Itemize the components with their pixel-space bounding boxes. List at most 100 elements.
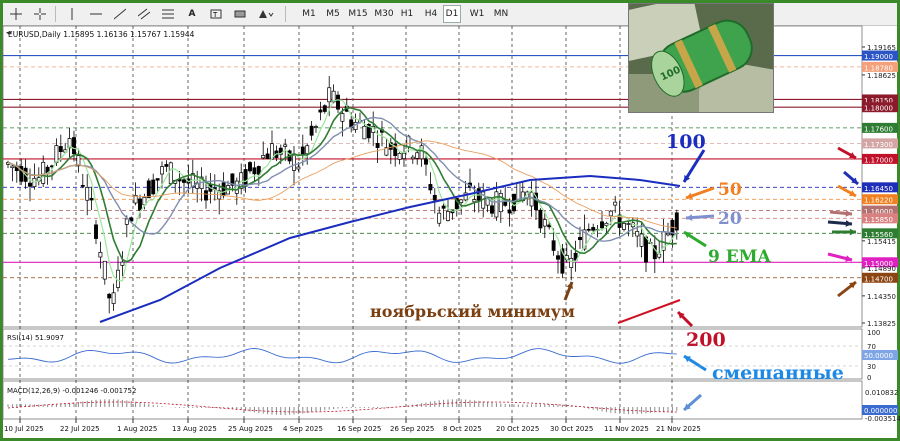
candle [644, 236, 648, 263]
candle [375, 143, 380, 148]
candle [10, 165, 15, 169]
candle [243, 169, 248, 187]
price-level-label: 1.16450 [864, 185, 893, 193]
candle [666, 232, 670, 236]
date-label: 11 Nov 2025 [604, 425, 649, 433]
candle [102, 260, 107, 280]
candle [28, 182, 32, 187]
candle [336, 94, 340, 110]
candle [635, 231, 640, 237]
macd-tick-label: -0.003514 [865, 415, 900, 423]
date-label: 16 Sep 2025 [337, 425, 381, 433]
candle [397, 153, 402, 160]
candle [591, 227, 596, 231]
chart-header: EURUSD,Daily 1.15895 1.16136 1.15767 1.1… [8, 30, 195, 39]
date-label: 25 Aug 2025 [228, 425, 273, 433]
candle [204, 190, 208, 201]
candle [490, 205, 494, 214]
money-photo: 100 [628, 3, 774, 113]
candle [221, 182, 226, 197]
price-level-label: 1.14700 [864, 275, 893, 283]
price-level-label: 1.17000 [864, 156, 893, 164]
date-label: 21 Nov 2025 [656, 425, 701, 433]
date-label: 1 Aug 2025 [117, 425, 157, 433]
candle [111, 292, 116, 304]
candle [402, 153, 406, 159]
rsi-value: 50.0000 [864, 352, 893, 360]
candle [168, 162, 173, 184]
candle [85, 187, 90, 201]
candle [314, 126, 318, 128]
macd-tick-label: 0.010832 [865, 389, 898, 397]
annotation-ema9: 9 EMA [708, 247, 772, 267]
candle [296, 166, 301, 170]
candle [547, 224, 552, 228]
candle [160, 166, 164, 175]
candle [459, 199, 464, 203]
candle [94, 224, 98, 239]
rsi-tick-label: 30 [867, 363, 876, 371]
candle [424, 158, 428, 165]
date-label: 13 Aug 2025 [172, 425, 217, 433]
price-tick-label: 1.14890 [867, 265, 896, 273]
candle [72, 137, 76, 155]
candle [542, 219, 547, 227]
price-level-label: 1.18000 [864, 105, 893, 113]
candle [58, 146, 63, 153]
candle [318, 109, 323, 113]
candle [428, 184, 433, 191]
candle [600, 221, 604, 229]
candle [578, 237, 582, 241]
candle [674, 212, 679, 231]
candle [604, 222, 609, 226]
price-tick-label: 1.14350 [867, 293, 896, 301]
macd-value: 0.000000 [864, 407, 897, 415]
candle [155, 178, 160, 181]
annotation-november-low: ноябрьский минимум [370, 302, 575, 321]
candle [362, 125, 367, 140]
date-label: 10 Jul 2025 [4, 425, 44, 433]
candle [89, 197, 94, 201]
candle [494, 191, 499, 218]
date-label: 30 Oct 2025 [550, 425, 593, 433]
annotation-ma20: 20 [718, 209, 742, 229]
candle [146, 180, 151, 199]
macd-label: MACD(12,26,9) -0.001246 -0.001752 [7, 387, 136, 395]
rsi-label: RSI(14) 51.9097 [7, 334, 64, 342]
candle [261, 155, 266, 159]
candle [551, 240, 556, 251]
price-level-label: 1.17600 [864, 125, 893, 133]
candle [98, 252, 103, 258]
candle [138, 198, 142, 211]
date-label: 8 Oct 2025 [443, 425, 482, 433]
candle [586, 228, 591, 231]
candle [410, 156, 415, 160]
candle [446, 211, 450, 221]
candle [340, 113, 345, 122]
price-tick-label: 1.18625 [867, 72, 896, 80]
rsi-tick-label: 100 [867, 329, 880, 337]
price-level-label: 1.17300 [864, 141, 893, 149]
candle [415, 152, 420, 159]
candle [54, 145, 59, 163]
candle [283, 144, 288, 147]
price-tick-label: 1.15415 [867, 238, 896, 246]
candle [437, 212, 442, 224]
candle [639, 233, 644, 247]
annotation-ma50: 50 [718, 180, 742, 200]
candle [256, 166, 261, 175]
candle [441, 205, 446, 209]
candle [107, 293, 112, 299]
candle [608, 210, 613, 217]
candle [322, 105, 327, 112]
candle [120, 261, 125, 266]
candle [507, 209, 512, 214]
price-level-label: 1.19000 [864, 53, 893, 61]
candle [300, 146, 305, 156]
candle [248, 162, 252, 172]
candle [265, 153, 270, 159]
candle [252, 167, 257, 175]
candle [613, 201, 618, 206]
candle [569, 258, 574, 268]
candle [432, 194, 437, 201]
